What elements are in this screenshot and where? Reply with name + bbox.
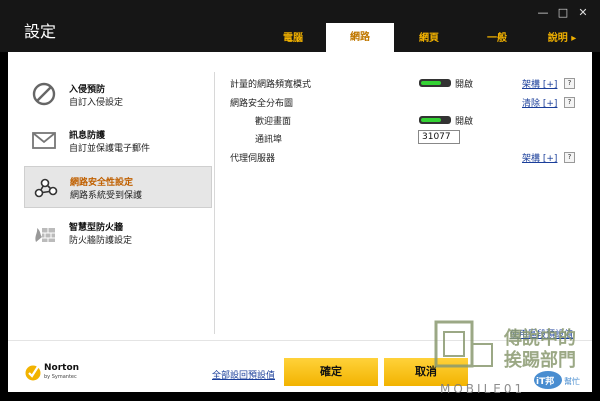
watermark-domain: MOBILE01 [440,382,525,396]
watermark-line2: 挨踢部門 [504,349,576,371]
security-map-label: 網路安全分布圖 [230,99,294,109]
sidebar-item-intrusion-prevention[interactable]: 入侵預防 自訂入侵設定 [24,74,212,116]
panel-divider [214,72,215,334]
watermark: 傳說中的 挨踢部門 iT邦 幫忙 MOBILE01 [432,316,592,396]
metered-configure-link[interactable]: 架構 [+] [522,77,557,90]
tab-network[interactable]: 網路 [326,23,394,53]
sidebar: 入侵預防 自訂入侵設定 訊息防護 自訂並保護電子郵件 網路安全性設定 網路系統受… [8,52,213,332]
firewall-icon [35,228,55,242]
proxy-configure-link[interactable]: 架構 [+] [522,151,557,164]
sidebar-item-subtitle: 網路系統受到保護 [70,191,143,201]
sidebar-item-message-protection[interactable]: 訊息防護 自訂並保護電子郵件 [24,120,212,162]
metered-bandwidth-state: 開啟 [455,80,474,90]
brand-subtitle: by Symantec [44,374,77,380]
minimize-button[interactable]: — [536,7,550,19]
welcome-screen-state: 開啟 [455,117,474,127]
welcome-screen-label: 歡迎畫面 [255,117,292,127]
maximize-button[interactable]: □ [556,7,570,19]
envelope-icon [32,132,56,149]
tab-general[interactable]: 一般 [472,32,522,52]
sidebar-item-title: 訊息防護 [69,131,106,141]
window-title: 設定 [24,22,57,41]
norton-check-icon [25,364,41,381]
port-label: 通訊埠 [255,135,283,145]
title-bar: 設定 — □ ✕ 電腦 網路 網頁 一般 說明 ▸ [0,0,600,53]
metered-bandwidth-label: 計量的網路頻寬模式 [230,80,312,90]
sidebar-item-subtitle: 自訂並保護電子郵件 [69,144,151,154]
watermark-graphic: 傳說中的 挨踢部門 iT邦 幫忙 MOBILE01 [434,320,580,396]
sidebar-item-network-security[interactable]: 網路安全性設定 網路系統受到保護 [24,166,212,208]
watermark-line1: 傳說中的 [503,327,576,349]
sidebar-item-smart-firewall[interactable]: 智慧型防火牆 防火牆防護設定 [24,212,212,254]
watermark-badge-sub: 幫忙 [564,376,580,386]
security-map-help-icon[interactable]: ? [564,97,575,108]
sidebar-item-subtitle: 防火牆防護設定 [69,236,133,246]
tab-computer[interactable]: 電腦 [268,32,318,52]
welcome-screen-toggle[interactable] [419,116,451,124]
ok-button[interactable]: 確定 [284,358,378,386]
sidebar-item-subtitle: 自訂入侵設定 [69,98,124,108]
no-entry-icon [32,82,56,106]
restore-all-defaults-link[interactable]: 全部設回預設值 [212,368,275,381]
metered-bandwidth-toggle[interactable] [419,79,451,87]
proxy-server-label: 代理伺服器 [230,154,276,164]
sidebar-item-title: 網路安全性設定 [70,178,134,188]
port-input[interactable]: 31077 [418,130,460,144]
security-map-clear-link[interactable]: 清除 [+] [522,96,557,109]
tab-help[interactable]: 說明 ▸ [540,32,584,52]
metered-help-icon[interactable]: ? [564,78,575,89]
sidebar-item-title: 智慧型防火牆 [69,223,124,233]
brand-name: Norton [44,363,80,373]
tab-web[interactable]: 網頁 [404,32,454,52]
proxy-help-icon[interactable]: ? [564,152,575,163]
close-button[interactable]: ✕ [576,7,590,19]
norton-logo: Norton by Symantec [24,361,94,385]
sidebar-item-title: 入侵預防 [69,85,106,95]
network-nodes-icon [34,178,58,198]
watermark-badge: iT邦 [536,375,554,387]
